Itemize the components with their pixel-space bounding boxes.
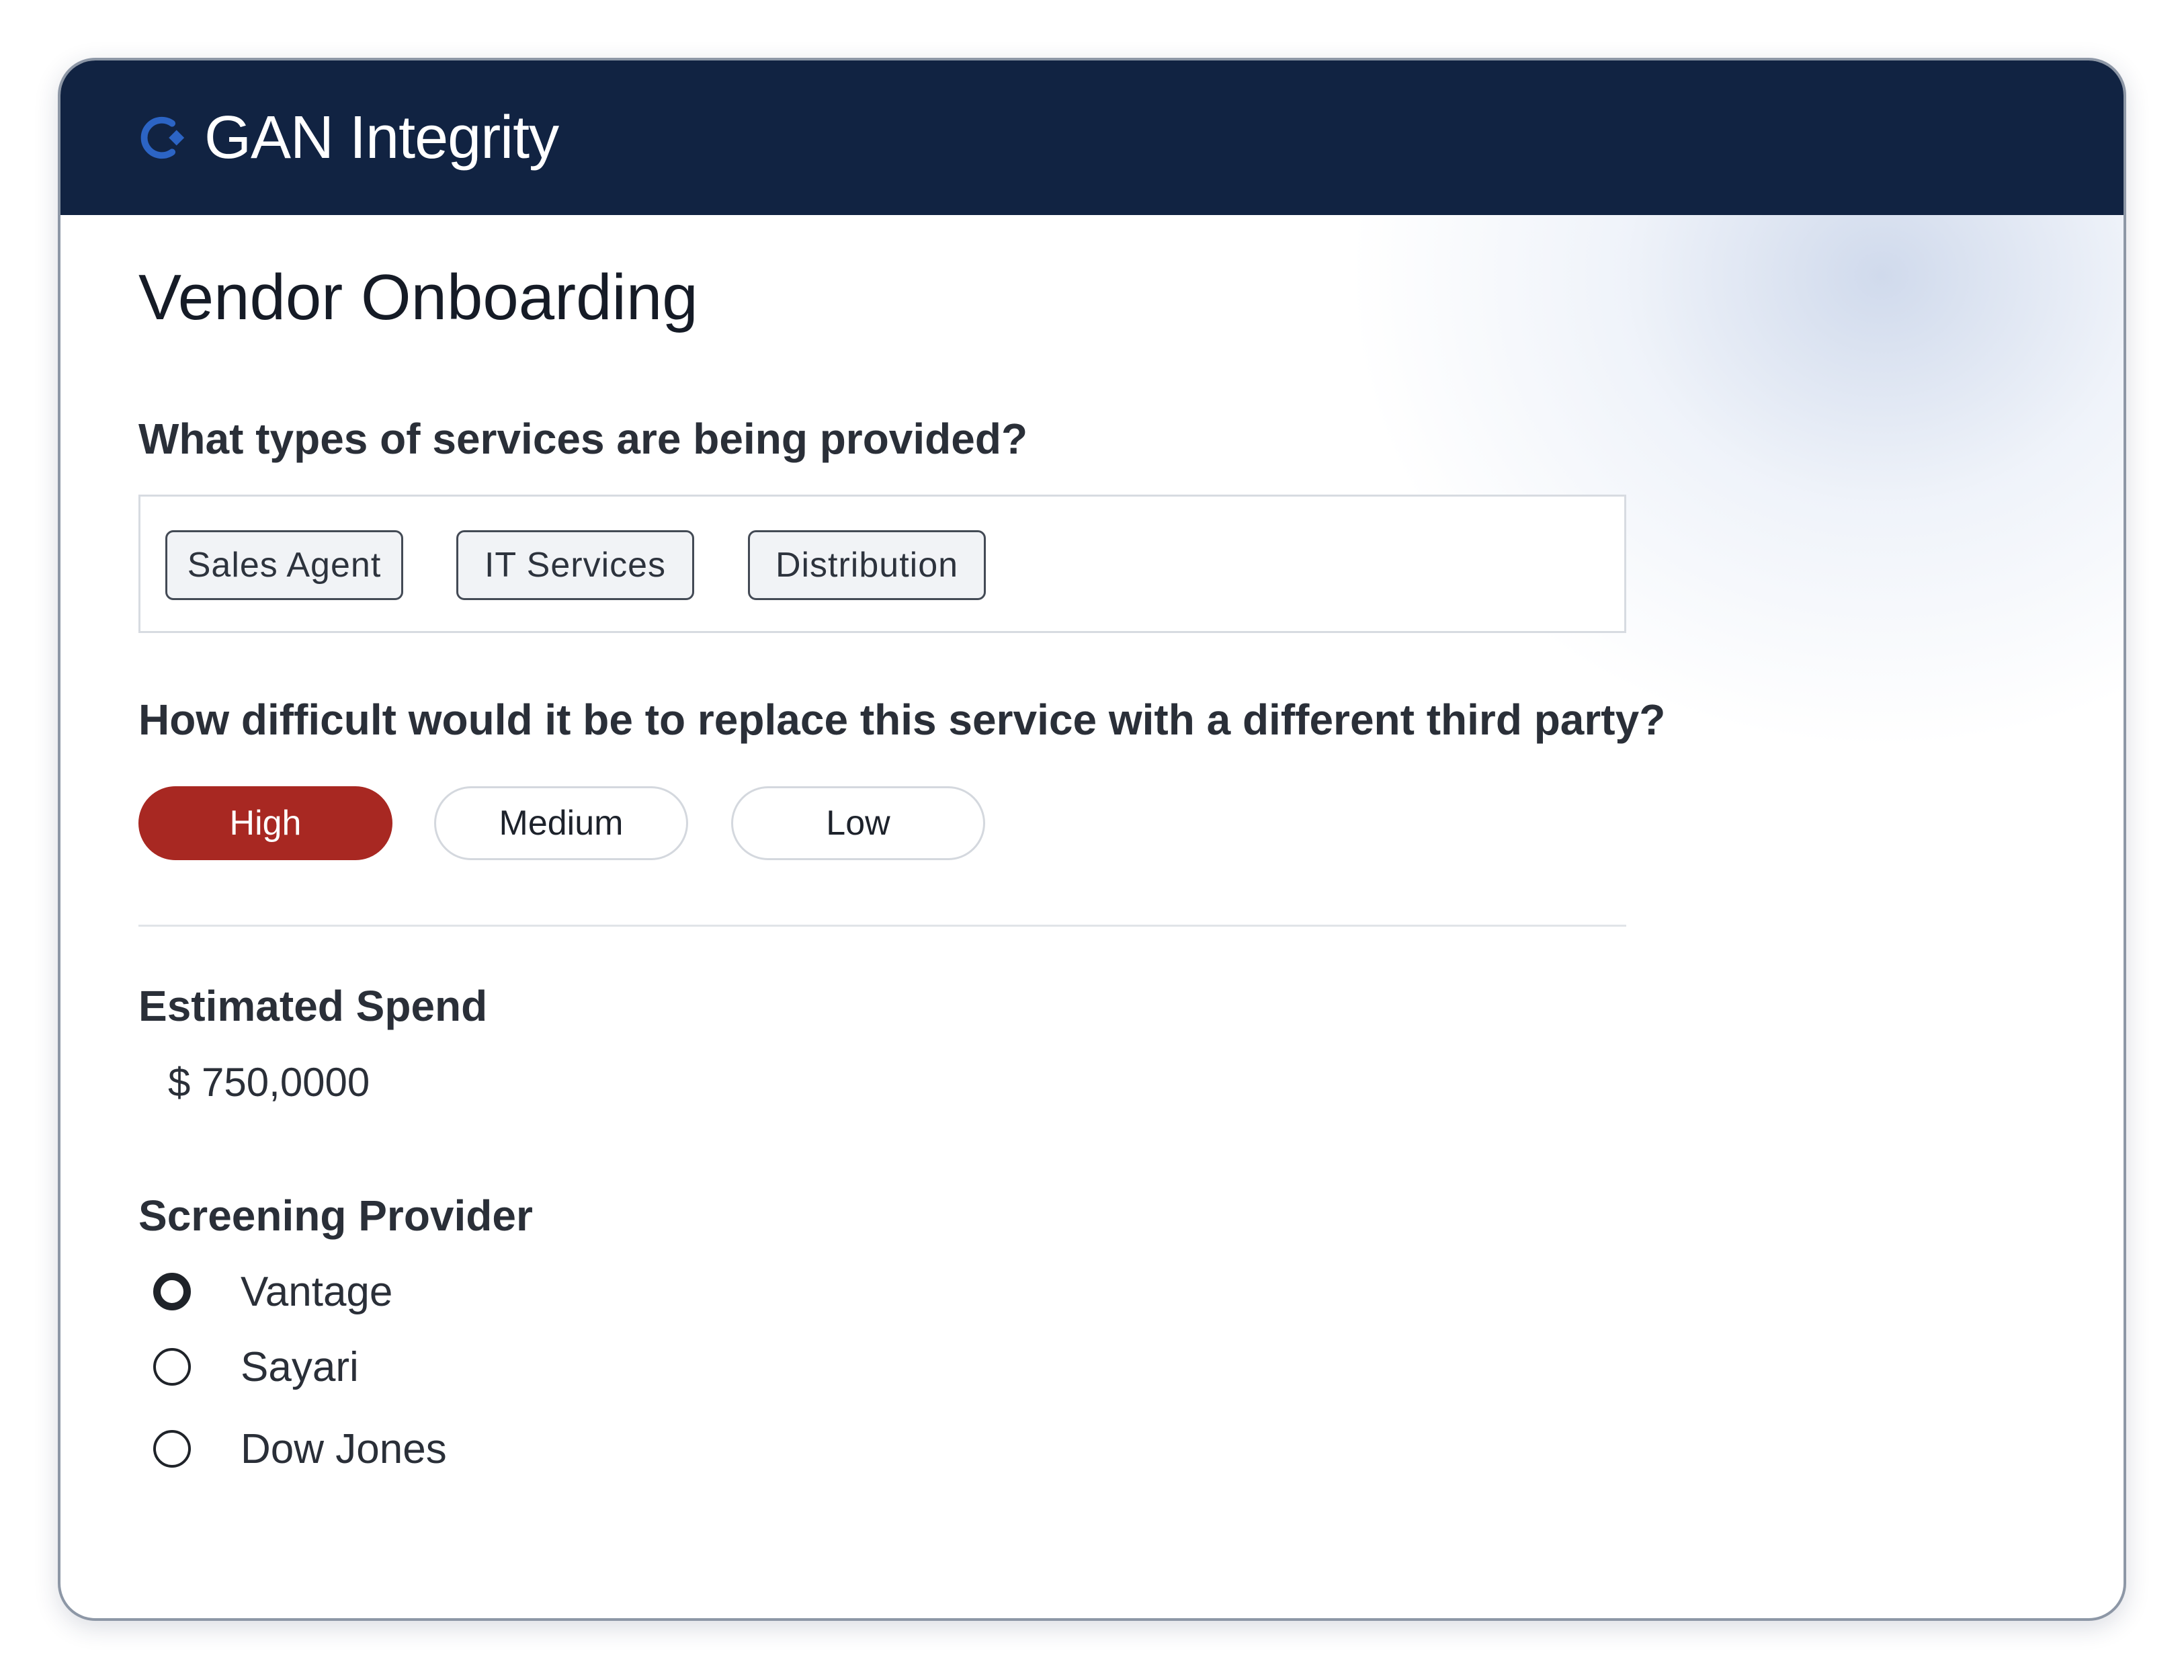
services-tag-field[interactable]: Sales Agent IT Services Distribution [138,495,1626,633]
radio-option-dow-jones[interactable]: Dow Jones [153,1415,447,1482]
screening-provider-label: Screening Provider [138,1191,533,1240]
brand-logo[interactable]: GAN Integrity [136,94,559,181]
radio-label-sayari: Sayari [241,1343,359,1390]
difficulty-medium-button[interactable]: Medium [434,786,688,860]
difficulty-low-button[interactable]: Low [731,786,985,860]
gan-logo-icon [140,116,185,159]
vendor-onboarding-card: GAN Integrity Vendor Onboarding What typ… [58,58,2126,1621]
difficulty-high-button[interactable]: High [138,786,392,860]
tag-distribution[interactable]: Distribution [748,530,986,600]
radio-option-sayari[interactable]: Sayari [153,1333,359,1400]
app-header: GAN Integrity [60,60,2124,215]
estimated-spend-value[interactable]: $ 750,0000 [168,1060,370,1105]
tag-it-services[interactable]: IT Services [456,530,694,600]
radio-label-vantage: Vantage [241,1268,393,1315]
tag-sales-agent[interactable]: Sales Agent [165,530,403,600]
section-divider [138,925,1626,927]
difficulty-question: How difficult would it be to replace thi… [138,696,1666,744]
estimated-spend-label: Estimated Spend [138,982,488,1030]
radio-unselected-icon[interactable] [153,1430,191,1468]
services-question: What types of services are being provide… [138,415,1028,463]
radio-option-vantage[interactable]: Vantage [153,1258,392,1325]
brand-name: GAN Integrity [204,103,559,171]
radio-label-dow-jones: Dow Jones [241,1425,447,1472]
radio-selected-icon[interactable] [153,1273,191,1310]
page-title: Vendor Onboarding [138,261,698,333]
radio-unselected-icon[interactable] [153,1348,191,1386]
